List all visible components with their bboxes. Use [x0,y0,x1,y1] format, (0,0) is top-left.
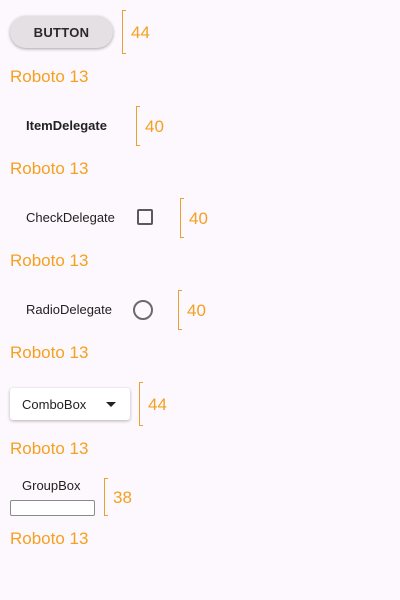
font-label-button: Roboto 13 [10,67,89,86]
height-bracket-groupbox [104,478,108,516]
sample-button-label: BUTTON [33,24,90,40]
radio-delegate[interactable]: RadioDelegate [26,302,112,318]
combo-box-value: ComboBox [22,396,87,412]
height-bracket-checkdelegate [180,198,184,238]
group-box-frame [10,500,95,516]
height-label-button: 44 [131,23,150,42]
item-delegate[interactable]: ItemDelegate [26,118,107,134]
height-bracket-combobox [139,382,143,426]
height-bracket-button [122,10,126,54]
combo-box[interactable]: ComboBox [10,388,130,420]
caret-down-icon [106,402,116,407]
radio-unchecked-icon[interactable] [133,300,153,320]
check-delegate[interactable]: CheckDelegate [26,210,115,226]
group-box-title: GroupBox [22,478,81,493]
height-label-radiodelegate: 40 [187,301,206,320]
height-bracket-itemdelegate [136,106,140,146]
font-label-radiodelegate: Roboto 13 [10,343,89,362]
height-label-groupbox: 38 [113,488,132,507]
sample-button[interactable]: BUTTON [10,16,113,48]
height-label-combobox: 44 [148,395,167,414]
checkbox-unchecked-icon[interactable] [137,209,153,225]
font-label-combobox: Roboto 13 [10,439,89,458]
height-bracket-radiodelegate [178,290,182,330]
font-label-groupbox: Roboto 13 [10,529,89,548]
font-label-itemdelegate: Roboto 13 [10,159,89,178]
height-label-itemdelegate: 40 [145,117,164,136]
height-label-checkdelegate: 40 [189,209,208,228]
font-label-checkdelegate: Roboto 13 [10,251,89,270]
